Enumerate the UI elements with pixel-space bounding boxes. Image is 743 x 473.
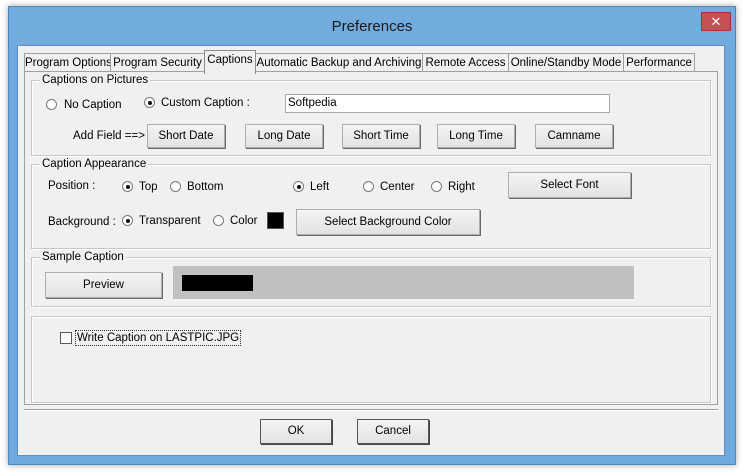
- no-caption-label[interactable]: No Caption: [64, 98, 122, 112]
- position-top-label[interactable]: Top: [139, 180, 158, 194]
- captions-on-pictures-label: Captions on Pictures: [40, 73, 151, 87]
- custom-caption-input[interactable]: Softpedia: [285, 94, 610, 113]
- tab-strip: Program Options Program Security Caption…: [24, 50, 714, 74]
- sample-caption-group: Sample Caption Preview: [31, 250, 711, 307]
- tab-program-options[interactable]: Program Options: [24, 53, 112, 73]
- align-center-radio[interactable]: [363, 181, 374, 192]
- select-background-color-button[interactable]: Select Background Color: [296, 209, 480, 235]
- caption-preview-area: [173, 266, 634, 299]
- cancel-button[interactable]: Cancel: [357, 419, 429, 444]
- position-bottom-label[interactable]: Bottom: [187, 180, 223, 194]
- long-date-button[interactable]: Long Date: [245, 124, 323, 148]
- short-date-button[interactable]: Short Date: [147, 124, 225, 148]
- dialog-client-area: Program Options Program Security Caption…: [17, 45, 725, 456]
- title-bar[interactable]: Preferences ✕: [9, 7, 735, 47]
- tab-captions[interactable]: Captions: [204, 50, 256, 74]
- sample-caption-label: Sample Caption: [40, 250, 126, 264]
- position-top-radio[interactable]: [122, 181, 133, 192]
- background-transparent-label[interactable]: Transparent: [139, 214, 201, 228]
- preferences-window: Preferences ✕ Program Options Program Se…: [8, 6, 736, 465]
- tab-automatic-backup[interactable]: Automatic Backup and Archiving: [255, 53, 423, 73]
- window-title: Preferences: [331, 18, 413, 35]
- ok-button[interactable]: OK: [260, 419, 332, 444]
- tab-remote-access[interactable]: Remote Access: [422, 53, 509, 73]
- caption-preview-text-block: [182, 275, 253, 291]
- align-left-label[interactable]: Left: [310, 180, 329, 194]
- footer-separator: [24, 409, 718, 411]
- write-caption-label[interactable]: Write Caption on LASTPIC.JPG: [74, 330, 242, 346]
- custom-caption-radio[interactable]: [144, 97, 155, 108]
- close-button[interactable]: ✕: [701, 12, 731, 31]
- write-caption-group: Write Caption on LASTPIC.JPG: [31, 316, 711, 403]
- custom-caption-label[interactable]: Custom Caption :: [161, 96, 250, 110]
- caption-appearance-group: Caption Appearance Position : Top Bottom…: [31, 157, 711, 249]
- background-label: Background :: [48, 216, 116, 228]
- position-label: Position :: [48, 180, 96, 192]
- select-font-button[interactable]: Select Font: [508, 172, 631, 198]
- captions-on-pictures-group: Captions on Pictures No Caption Custom C…: [31, 73, 711, 156]
- preview-button[interactable]: Preview: [45, 272, 162, 298]
- camname-button[interactable]: Camname: [535, 124, 613, 148]
- align-right-label[interactable]: Right: [448, 180, 475, 194]
- position-bottom-radio[interactable]: [170, 181, 181, 192]
- background-color-label[interactable]: Color: [230, 214, 257, 228]
- captions-tab-page: Captions on Pictures No Caption Custom C…: [24, 71, 718, 405]
- align-left-radio[interactable]: [293, 181, 304, 192]
- no-caption-radio[interactable]: [46, 99, 57, 110]
- background-transparent-radio[interactable]: [122, 215, 133, 226]
- tab-program-security[interactable]: Program Security: [110, 53, 205, 73]
- long-time-button[interactable]: Long Time: [437, 124, 515, 148]
- align-right-radio[interactable]: [431, 181, 442, 192]
- add-field-label: Add Field ==>: [73, 130, 145, 142]
- caption-appearance-label: Caption Appearance: [40, 157, 149, 171]
- background-color-swatch: [267, 212, 284, 229]
- background-color-radio[interactable]: [213, 215, 224, 226]
- write-caption-checkbox[interactable]: [60, 332, 72, 344]
- tab-performance[interactable]: Performance: [623, 53, 695, 73]
- tab-online-standby[interactable]: Online/Standby Mode: [508, 53, 624, 73]
- align-center-label[interactable]: Center: [380, 180, 415, 194]
- close-icon: ✕: [710, 13, 722, 29]
- short-time-button[interactable]: Short Time: [342, 124, 420, 148]
